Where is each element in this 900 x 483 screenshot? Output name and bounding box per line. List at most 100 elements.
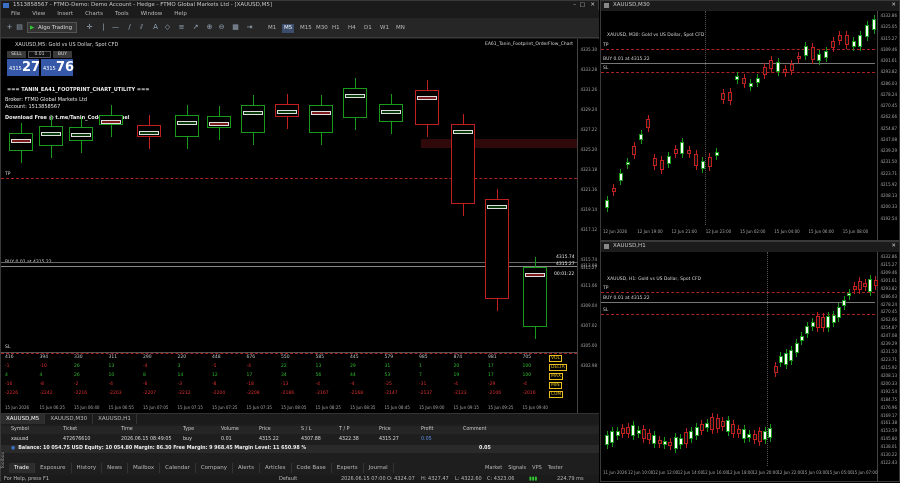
minimize-button[interactable]: – bbox=[573, 1, 576, 10]
candle[interactable] bbox=[844, 34, 849, 46]
candle[interactable] bbox=[626, 426, 631, 434]
tp-line[interactable] bbox=[1, 178, 577, 179]
candle[interactable] bbox=[789, 349, 794, 361]
candle[interactable] bbox=[796, 55, 801, 60]
column-header-5[interactable]: Price bbox=[257, 426, 299, 434]
candle[interactable] bbox=[757, 431, 762, 443]
close-button[interactable]: ✕ bbox=[590, 1, 595, 10]
candle[interactable] bbox=[618, 173, 623, 181]
grid-icon[interactable]: ▦ bbox=[231, 23, 240, 32]
m30-price-axis[interactable]: 4332.86 4325.05 4315.27 4309.46 4301.61 4293.… bbox=[877, 11, 899, 240]
timeframe-m5[interactable]: M5 bbox=[282, 24, 295, 33]
toolbox-tab-trade[interactable]: Trade bbox=[9, 463, 36, 473]
candle[interactable] bbox=[647, 433, 652, 440]
shapes-icon[interactable]: ◇ bbox=[163, 23, 172, 32]
candle[interactable] bbox=[694, 153, 699, 167]
timeframe-h1[interactable]: H1 bbox=[330, 24, 342, 33]
candle[interactable] bbox=[831, 40, 836, 49]
timeframe-w1[interactable]: W1 bbox=[378, 24, 391, 33]
candle[interactable] bbox=[657, 439, 662, 444]
candle[interactable] bbox=[826, 316, 831, 329]
candle[interactable] bbox=[873, 279, 878, 287]
candle[interactable] bbox=[817, 54, 822, 62]
toolbox-tab-journal[interactable]: Journal bbox=[364, 463, 394, 473]
candle[interactable] bbox=[641, 428, 646, 439]
toolbox-tab-exposure[interactable]: Exposure bbox=[35, 463, 72, 473]
candle[interactable] bbox=[810, 322, 815, 327]
h1-tp-line[interactable] bbox=[601, 292, 875, 293]
candle[interactable] bbox=[666, 155, 671, 165]
buy-price-box[interactable]: 4315 76 bbox=[41, 59, 74, 76]
candle[interactable] bbox=[831, 315, 836, 323]
candle[interactable] bbox=[605, 199, 609, 208]
candle[interactable] bbox=[852, 285, 857, 291]
candle[interactable] bbox=[742, 429, 746, 440]
candle[interactable] bbox=[673, 437, 678, 450]
candle[interactable] bbox=[863, 283, 868, 288]
candle[interactable] bbox=[694, 426, 699, 436]
chart-tab-xauusd-m5[interactable]: XAUUSD,M5 bbox=[1, 414, 46, 424]
h1-chart-area[interactable]: XAUUSD, H1: Gold vs US Dollar, Spot CFD … bbox=[601, 252, 899, 481]
menu-insert[interactable]: Insert bbox=[57, 10, 73, 18]
column-header-1[interactable]: Ticket bbox=[61, 426, 119, 434]
menu-file[interactable]: File bbox=[11, 10, 20, 18]
candle[interactable] bbox=[615, 431, 620, 436]
text-icon[interactable]: A bbox=[151, 23, 160, 32]
m30-sl-line[interactable] bbox=[601, 72, 875, 73]
candle[interactable] bbox=[805, 326, 810, 334]
candle[interactable] bbox=[803, 46, 808, 57]
toolbox-tab-news[interactable]: News bbox=[102, 463, 128, 473]
timeframe-mn[interactable]: MN bbox=[394, 24, 407, 33]
candle[interactable] bbox=[778, 356, 783, 363]
crosshair-icon[interactable]: ✛ bbox=[85, 23, 94, 32]
algo-trading-button[interactable]: ▶ Algo Trading bbox=[27, 22, 77, 33]
sl-line[interactable] bbox=[1, 353, 577, 354]
candle[interactable] bbox=[680, 141, 685, 155]
m30-close-button[interactable]: ✕ bbox=[891, 1, 896, 10]
new-order-icon[interactable]: + bbox=[5, 23, 14, 32]
maximize-button[interactable]: □ bbox=[580, 1, 585, 10]
candle[interactable] bbox=[836, 306, 841, 318]
buy-button[interactable]: BUY bbox=[53, 51, 72, 58]
main-price-axis[interactable]: 4335.30 4333.28 4331.26 4329.24 4327.22 4325.… bbox=[577, 39, 599, 413]
column-header-2[interactable]: Time bbox=[119, 426, 181, 434]
candle[interactable] bbox=[857, 280, 862, 291]
candle[interactable] bbox=[837, 34, 842, 41]
menu-view[interactable]: View bbox=[32, 10, 45, 18]
footprint-candle[interactable] bbox=[451, 124, 475, 204]
candle[interactable] bbox=[699, 424, 704, 432]
timeframe-d1[interactable]: D1 bbox=[362, 24, 374, 33]
candle[interactable] bbox=[710, 417, 715, 430]
horizontal-line-icon[interactable]: — bbox=[111, 23, 120, 32]
zoom-in-icon[interactable]: ⊕ bbox=[205, 23, 214, 32]
footprint-candle[interactable] bbox=[175, 115, 199, 137]
candle[interactable] bbox=[646, 118, 651, 129]
m30-buy-line[interactable] bbox=[601, 63, 875, 64]
candle[interactable] bbox=[868, 278, 873, 292]
menu-window[interactable]: Window bbox=[141, 10, 163, 18]
h1-close-button[interactable]: ✕ bbox=[891, 242, 896, 251]
chart-tab-xauusd-h1[interactable]: XAUUSD,H1 bbox=[93, 414, 137, 424]
candle[interactable] bbox=[851, 41, 856, 48]
column-header-8[interactable]: Price bbox=[377, 426, 419, 434]
candle[interactable] bbox=[625, 161, 630, 166]
sell-button[interactable]: SELL bbox=[7, 51, 26, 58]
candle[interactable] bbox=[705, 422, 710, 428]
candle[interactable] bbox=[631, 424, 636, 436]
candle[interactable] bbox=[752, 434, 757, 440]
zoom-out-icon[interactable]: ⊖ bbox=[217, 23, 226, 32]
main-chart-area[interactable]: XAUUSD,M5: Gold vs US Dollar, Spot CFD E… bbox=[1, 39, 599, 414]
candle[interactable] bbox=[605, 435, 609, 446]
candle[interactable] bbox=[720, 421, 725, 428]
column-header-4[interactable]: Volume bbox=[219, 426, 257, 434]
column-header-6[interactable]: S / L bbox=[299, 426, 337, 434]
toolbox-tab-code-base[interactable]: Code Base bbox=[292, 463, 332, 473]
toolbox-tab-calendar[interactable]: Calendar bbox=[160, 463, 196, 473]
candle[interactable] bbox=[714, 151, 719, 157]
m30-tp-line[interactable] bbox=[601, 49, 875, 50]
candle[interactable] bbox=[789, 63, 794, 72]
toolbox-tab-mailbox[interactable]: Mailbox bbox=[128, 463, 161, 473]
channel-icon[interactable]: ⫽ bbox=[137, 23, 146, 32]
footprint-candle[interactable] bbox=[485, 199, 509, 299]
candle[interactable] bbox=[668, 441, 673, 446]
